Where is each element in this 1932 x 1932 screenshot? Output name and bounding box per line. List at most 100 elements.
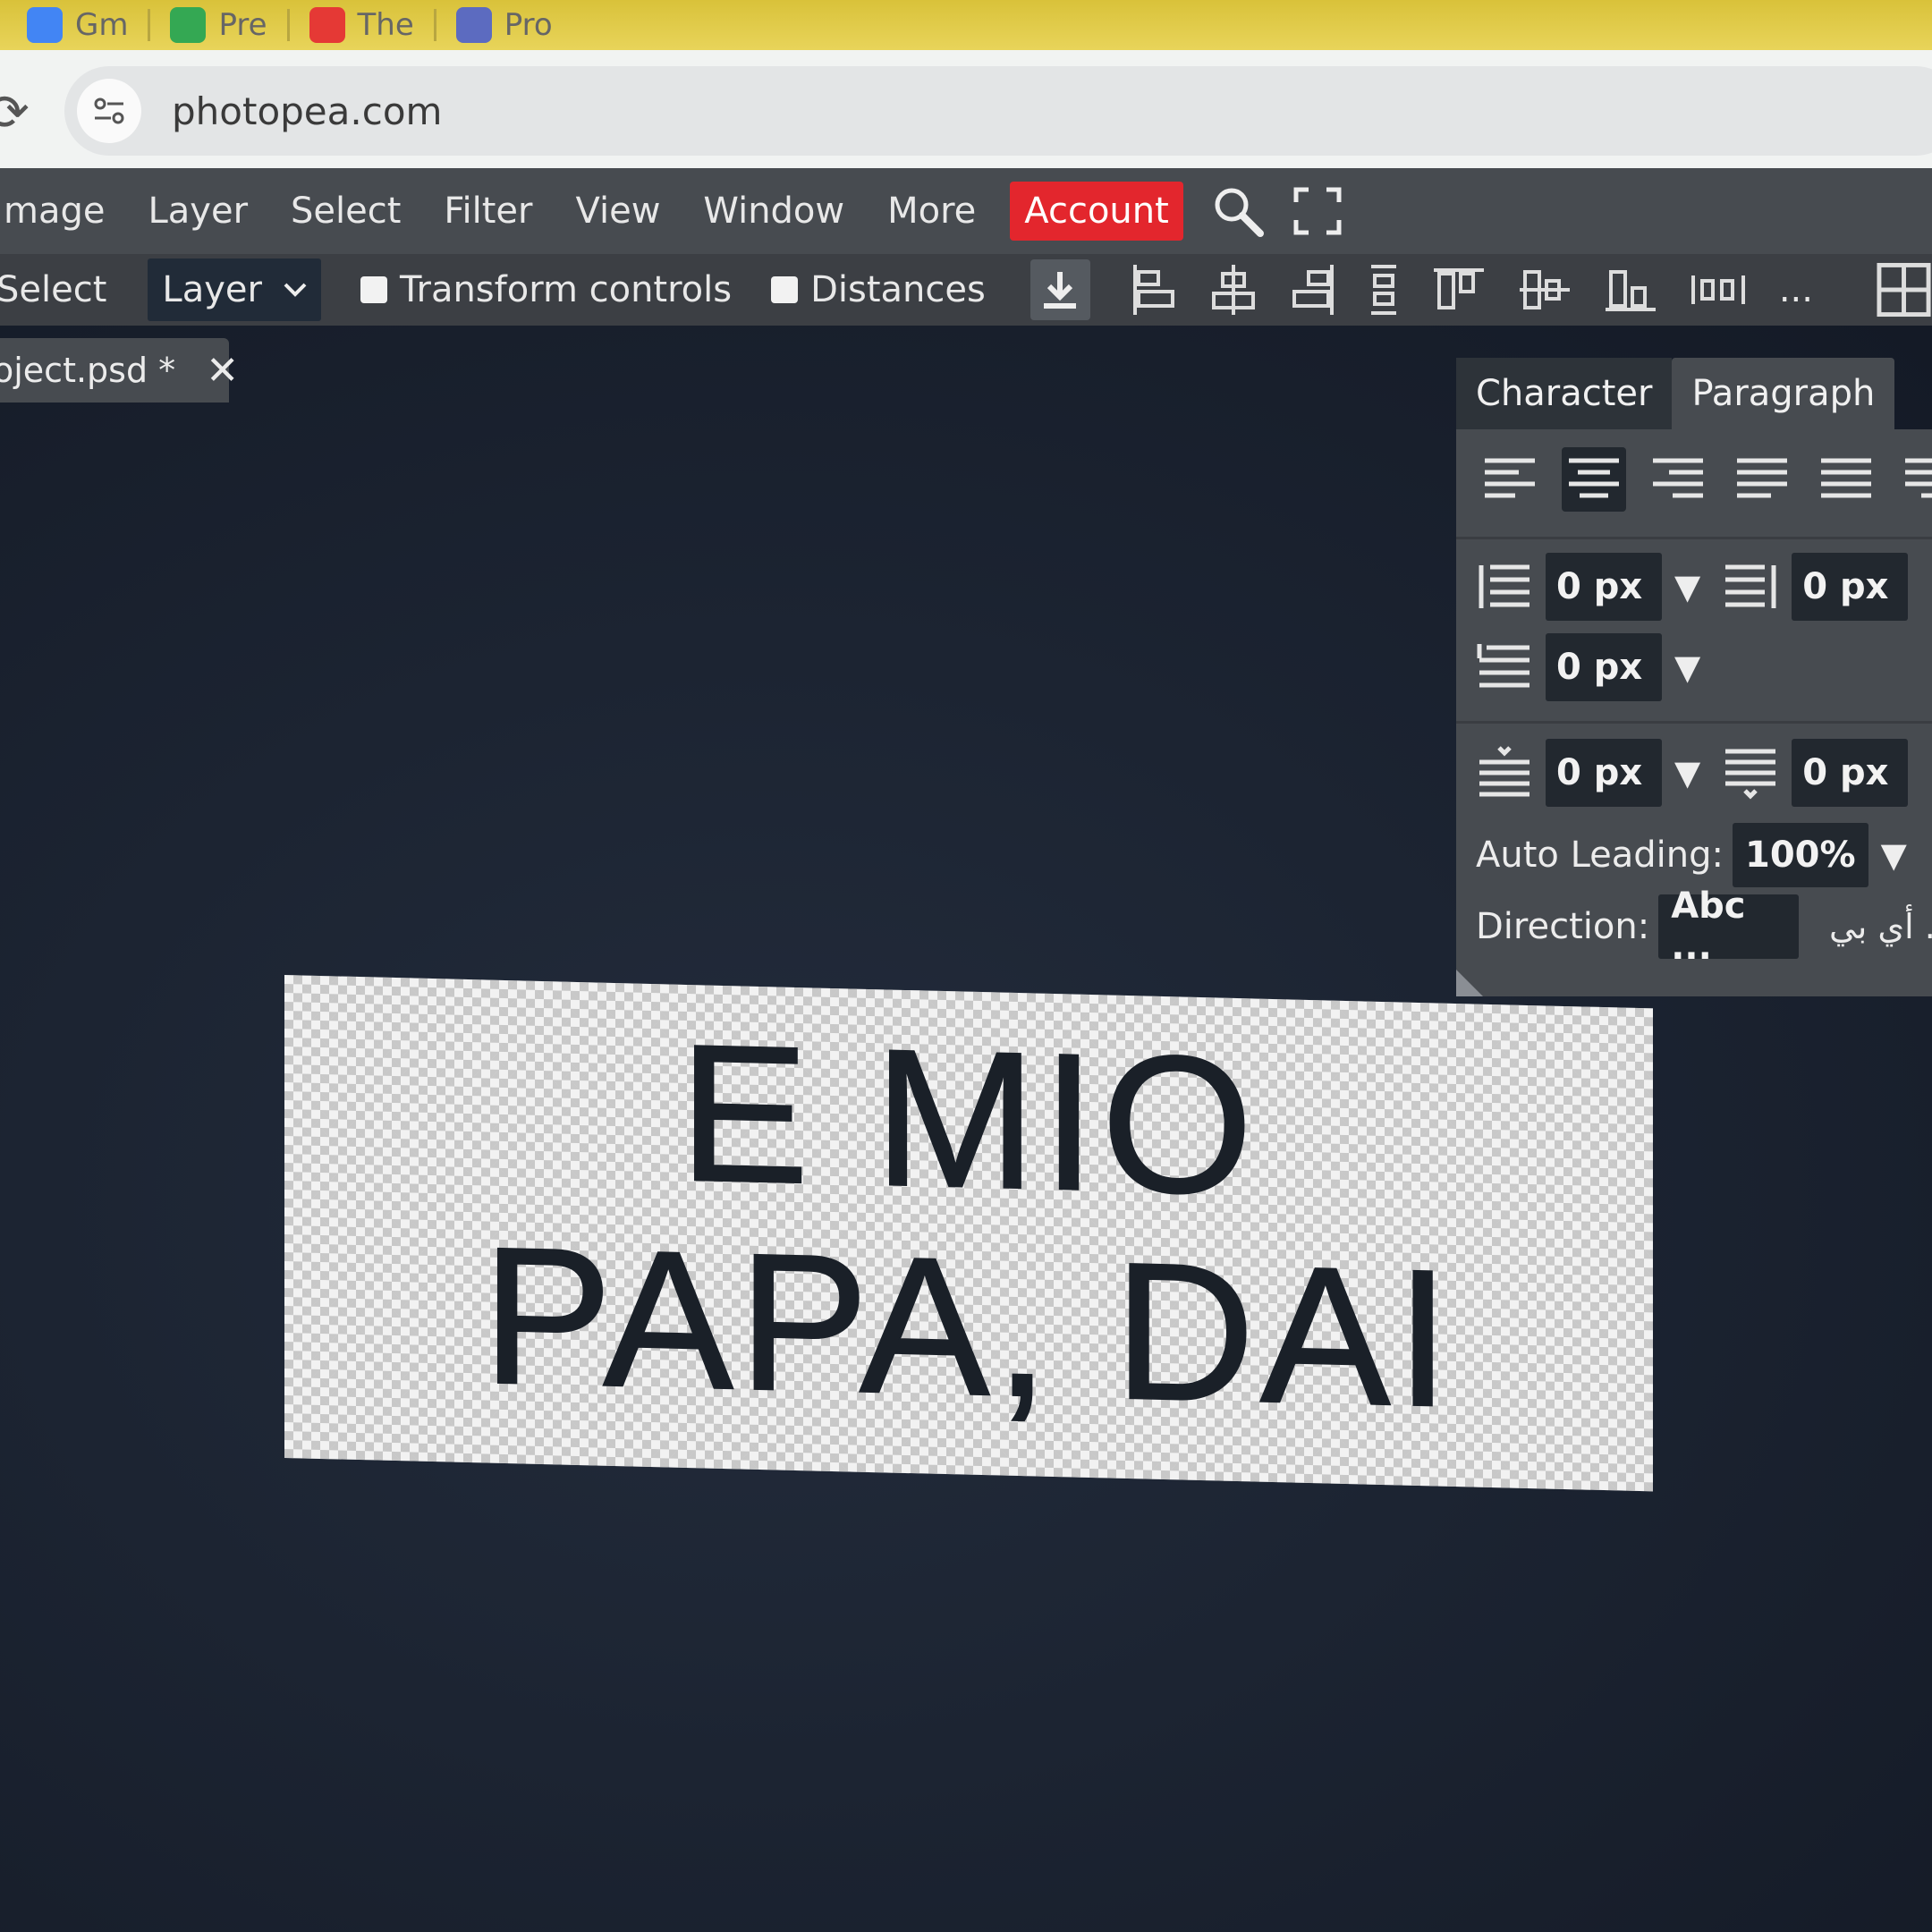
spacing-row: 0 px ▼ 0 px [1476,739,1909,807]
document-tab[interactable]: oject.psd * ✕ [0,338,239,402]
panel-divider [1456,537,1932,539]
indent-first-line-field[interactable]: 0 px [1546,633,1662,701]
indent-left-field[interactable]: 0 px [1546,553,1662,621]
panel-tabs: Character Paragraph [1456,352,1932,429]
document-tab-name[interactable]: oject.psd * [0,351,175,390]
align-left-icon [1132,265,1174,315]
browser-toolbar: ⟳ photopea.com [0,50,1932,168]
align-bottom-icon [1605,270,1656,311]
auto-leading-label: Auto Leading: [1476,835,1724,876]
menu-select[interactable]: Select [269,191,422,232]
menu-layer[interactable]: Layer [126,191,269,232]
indent-row: 0 px ▼ 0 px [1476,553,1909,621]
tool-options-bar: Select Layer Transform controls Distance… [0,254,1932,326]
slides-icon [170,7,207,43]
site-settings-icon[interactable] [77,79,141,143]
tab-paragraph[interactable]: Paragraph [1672,358,1895,429]
distribute-horizontal-icon [1690,275,1745,304]
align-top-icon [1433,268,1484,309]
paragraph-panel: Character Paragraph 0 px ▼ 0 px 0 px ▼ 0… [1456,352,1932,996]
bookmark-label: The [357,7,414,43]
menu-view[interactable]: View [554,191,682,232]
menu-image[interactable]: mage [0,191,126,232]
distribute-vertical-icon [1370,265,1396,315]
reload-icon[interactable]: ⟳ [0,84,30,142]
align-tools: ... [1131,263,1813,317]
direction-rtl-button[interactable]: أي بي ... [1829,907,1932,946]
align-text-right-icon[interactable] [1646,447,1710,512]
auto-leading-row: Auto Leading: 100% ▼ [1476,823,1907,887]
justify-all-icon[interactable] [1814,447,1878,512]
checkbox-label: Transform controls [399,269,733,310]
align-text-left-icon[interactable] [1478,447,1542,512]
space-before-field[interactable]: 0 px [1546,739,1662,807]
panel-resize-handle[interactable] [1456,970,1483,996]
menu-bar: mage Layer Select Filter View Window Mor… [0,168,1932,254]
align-middle-v-icon [1519,270,1570,309]
fullscreen-icon[interactable] [1292,186,1343,236]
triangle-down-icon[interactable]: ▼ [1674,567,1700,606]
layer-dropdown[interactable]: Layer [148,258,321,321]
justify-last-right-icon[interactable] [1898,447,1932,512]
close-icon[interactable]: ✕ [206,348,239,394]
space-after-field[interactable]: 0 px [1792,739,1909,807]
checkbox-label: Distances [810,269,986,310]
indent-right-field[interactable]: 0 px [1792,553,1909,621]
target-icon [309,7,345,43]
bookmark-gmail[interactable]: Gm [27,7,128,43]
bookmark-label: Gm [75,7,129,43]
indent-left-icon [1479,564,1530,608]
url-text[interactable]: photopea.com [172,89,442,133]
triangle-down-icon[interactable]: ▼ [1881,835,1907,875]
justify-last-left-icon[interactable] [1730,447,1794,512]
indent-first-line-icon [1477,644,1530,688]
bookmark-separator [148,9,151,41]
chevron-down-icon [284,283,307,297]
layer-dropdown-value: Layer [162,269,262,310]
account-button[interactable]: Account [1010,182,1183,241]
menu-filter[interactable]: Filter [422,191,554,232]
direction-row: Direction: Abc ... أي بي ... [1476,886,1932,968]
checkbox-box[interactable] [771,276,799,303]
more-align-button[interactable]: ... [1779,269,1813,310]
grid-layout-icon[interactable] [1876,261,1932,318]
document-canvas[interactable]: E MIO PAPA, DAI [284,975,1653,1492]
bookmark-presentation[interactable]: Pre [170,7,267,43]
transform-controls-checkbox[interactable]: Transform controls [360,269,732,310]
bookmark-label: Pro [504,7,553,43]
direction-label: Direction: [1476,906,1650,947]
checkbox-box[interactable] [360,276,387,303]
space-before-icon [1479,746,1530,797]
menu-window[interactable]: Window [682,191,866,232]
space-after-icon [1725,749,1776,800]
align-right-icon [1292,265,1334,315]
download-icon[interactable] [1030,259,1090,320]
align-center-h-icon [1211,265,1255,315]
bookmark-separator [286,9,290,41]
search-icon[interactable] [1210,183,1266,239]
triangle-down-icon[interactable]: ▼ [1674,648,1700,687]
bookmark-pro[interactable]: Pro [455,7,553,43]
bookmarks-bar: Gm Pre The Pro [0,0,1932,50]
panel-body: 0 px ▼ 0 px 0 px ▼ 0 px ▼ 0 px Auto Lead… [1456,429,1932,996]
autoselect-label: Select [0,269,107,310]
justification-buttons [1478,447,1932,512]
text-layer-line-2[interactable]: PAPA, DAI [481,1206,1456,1449]
tune-icon [94,97,124,124]
auto-leading-field[interactable]: 100% [1733,823,1868,887]
text-layer-line-1[interactable]: E MIO [678,1004,1259,1237]
tab-character[interactable]: Character [1456,358,1673,429]
distances-checkbox[interactable]: Distances [771,269,986,310]
lightning-icon [455,7,492,43]
bookmark-label: Pre [218,7,267,43]
menu-more[interactable]: More [866,191,997,232]
bookmark-the[interactable]: The [309,7,414,43]
bookmark-separator [433,9,436,41]
address-bar[interactable]: photopea.com [64,66,1932,156]
direction-ltr-button[interactable]: Abc ... [1658,886,1800,968]
triangle-down-icon[interactable]: ▼ [1674,753,1700,792]
panel-divider [1456,721,1932,724]
first-line-indent-row: 0 px ▼ [1476,633,1700,701]
align-text-center-icon[interactable] [1562,447,1626,512]
google-icon [27,7,63,43]
